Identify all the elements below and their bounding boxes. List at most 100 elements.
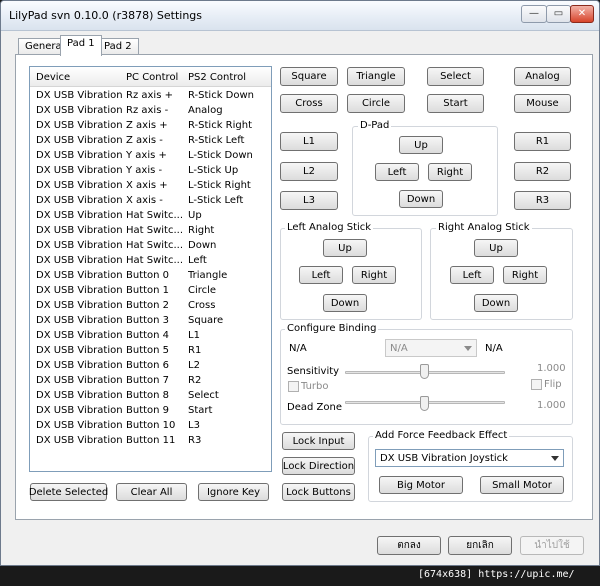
- lock-direction-button[interactable]: Lock Direction: [282, 457, 355, 475]
- delete-selected-button[interactable]: Delete Selected: [29, 483, 108, 501]
- big-motor-button[interactable]: Big Motor: [379, 476, 463, 494]
- row-device: DX USB Vibration...: [36, 210, 122, 221]
- table-row[interactable]: DX USB Vibration... Button 10 L3: [30, 419, 271, 434]
- dead-zone-slider-thumb[interactable]: [420, 396, 429, 411]
- table-row[interactable]: DX USB Vibration... Button 5 R1: [30, 344, 271, 359]
- analog-button[interactable]: Analog: [514, 67, 571, 86]
- table-row[interactable]: DX USB Vibration... X axis - L-Stick Left: [30, 194, 271, 209]
- table-row[interactable]: DX USB Vibration... Button 8 Select: [30, 389, 271, 404]
- turbo-checkbox[interactable]: [288, 381, 299, 392]
- square-button[interactable]: Square: [280, 67, 338, 86]
- select-button[interactable]: Select: [427, 67, 484, 86]
- table-row[interactable]: DX USB Vibration... Y axis + L-Stick Down: [30, 149, 271, 164]
- left-stick-left-button[interactable]: Left: [299, 266, 343, 284]
- table-row[interactable]: DX USB Vibration... Button 1 Circle: [30, 284, 271, 299]
- table-row[interactable]: DX USB Vibration... X axis + L-Stick Right: [30, 179, 271, 194]
- binding-select[interactable]: N/A: [385, 339, 477, 357]
- minimize-icon: —: [529, 8, 539, 19]
- row-pc-control: Button 3: [126, 315, 170, 326]
- turbo-label: Turbo: [301, 381, 329, 392]
- r1-button[interactable]: R1: [514, 132, 571, 151]
- table-row[interactable]: DX USB Vibration... Hat Switc... Down: [30, 239, 271, 254]
- row-ps2-control: Square: [188, 315, 224, 326]
- column-pc-control[interactable]: PC Control: [126, 72, 184, 83]
- table-row[interactable]: DX USB Vibration... Z axis - R-Stick Left: [30, 134, 271, 149]
- row-ps2-control: Up: [188, 210, 202, 221]
- apply-button[interactable]: นำไปใช้: [520, 536, 584, 555]
- close-button[interactable]: ✕: [570, 5, 594, 23]
- flip-checkbox[interactable]: [531, 379, 542, 390]
- left-stick-up-button[interactable]: Up: [323, 239, 367, 257]
- left-stick-label: Left Analog Stick: [285, 222, 374, 233]
- row-pc-control: Button 9: [126, 405, 170, 416]
- r3-button[interactable]: R3: [514, 191, 571, 210]
- small-motor-button[interactable]: Small Motor: [480, 476, 564, 494]
- row-ps2-control: L1: [188, 330, 200, 341]
- row-device: DX USB Vibration...: [36, 360, 122, 371]
- r2-button[interactable]: R2: [514, 162, 571, 181]
- clear-all-button[interactable]: Clear All: [116, 483, 187, 501]
- sensitivity-slider-thumb[interactable]: [420, 364, 429, 379]
- row-pc-control: Button 2: [126, 300, 170, 311]
- row-pc-control: Hat Switc...: [126, 210, 184, 221]
- triangle-button[interactable]: Triangle: [347, 67, 405, 86]
- settings-window: LilyPad svn 0.10.0 (r3878) Settings — ▭ …: [0, 0, 600, 566]
- ok-button[interactable]: ตกลง: [377, 536, 441, 555]
- table-row[interactable]: DX USB Vibration... Rz axis - Analog: [30, 104, 271, 119]
- table-row[interactable]: DX USB Vibration... Hat Switc... Right: [30, 224, 271, 239]
- dead-zone-value: 1.000: [537, 400, 566, 411]
- lock-input-button[interactable]: Lock Input: [282, 432, 355, 450]
- dpad-down-button[interactable]: Down: [399, 190, 443, 208]
- row-pc-control: Button 1: [126, 285, 170, 296]
- dpad-right-button[interactable]: Right: [428, 163, 472, 181]
- dpad-left-button[interactable]: Left: [375, 163, 419, 181]
- table-row[interactable]: DX USB Vibration... Button 2 Cross: [30, 299, 271, 314]
- binding-right-value: N/A: [485, 343, 503, 354]
- tab-pad-1[interactable]: Pad 1: [60, 35, 102, 56]
- table-row[interactable]: DX USB Vibration... Button 6 L2: [30, 359, 271, 374]
- cross-button[interactable]: Cross: [280, 94, 338, 113]
- watermark-text: [674x638] https://upic.me/: [418, 569, 575, 580]
- column-ps2-control[interactable]: PS2 Control: [188, 72, 270, 83]
- circle-button[interactable]: Circle: [347, 94, 405, 113]
- table-row[interactable]: DX USB Vibration... Button 11 R3: [30, 434, 271, 449]
- table-row[interactable]: DX USB Vibration... Z axis + R-Stick Right: [30, 119, 271, 134]
- dpad-up-button[interactable]: Up: [399, 136, 443, 154]
- table-row[interactable]: DX USB Vibration... Button 9 Start: [30, 404, 271, 419]
- column-device[interactable]: Device: [36, 72, 122, 83]
- left-stick-right-button[interactable]: Right: [352, 266, 396, 284]
- table-row[interactable]: DX USB Vibration... Button 3 Square: [30, 314, 271, 329]
- start-button[interactable]: Start: [427, 94, 484, 113]
- table-row[interactable]: DX USB Vibration... Rz axis + R-Stick Down: [30, 89, 271, 104]
- table-row[interactable]: DX USB Vibration... Button 7 R2: [30, 374, 271, 389]
- force-feedback-device-select[interactable]: DX USB Vibration Joystick: [375, 449, 564, 467]
- dpad-label: D-Pad: [358, 120, 392, 131]
- right-stick-left-button[interactable]: Left: [450, 266, 494, 284]
- l1-button[interactable]: L1: [280, 132, 338, 151]
- row-device: DX USB Vibration...: [36, 345, 122, 356]
- right-stick-up-button[interactable]: Up: [474, 239, 518, 257]
- right-stick-down-button[interactable]: Down: [474, 294, 518, 312]
- table-row[interactable]: DX USB Vibration... Button 0 Triangle: [30, 269, 271, 284]
- row-pc-control: Y axis -: [126, 165, 163, 176]
- l3-button[interactable]: L3: [280, 191, 338, 210]
- row-ps2-control: R2: [188, 375, 202, 386]
- table-row[interactable]: DX USB Vibration... Y axis - L-Stick Up: [30, 164, 271, 179]
- ignore-key-button[interactable]: Ignore Key: [198, 483, 269, 501]
- left-stick-down-button[interactable]: Down: [323, 294, 367, 312]
- minimize-button[interactable]: —: [521, 5, 547, 23]
- l2-button[interactable]: L2: [280, 162, 338, 181]
- table-row[interactable]: DX USB Vibration... Hat Switc... Left: [30, 254, 271, 269]
- mouse-button[interactable]: Mouse: [514, 94, 571, 113]
- cancel-button[interactable]: ยกเลิก: [448, 536, 512, 555]
- maximize-button[interactable]: ▭: [546, 5, 571, 23]
- right-stick-right-button[interactable]: Right: [503, 266, 547, 284]
- table-row[interactable]: DX USB Vibration... Button 4 L1: [30, 329, 271, 344]
- binding-list[interactable]: Device PC Control PS2 Control DX USB Vib…: [29, 66, 272, 472]
- table-row[interactable]: DX USB Vibration... Hat Switc... Up: [30, 209, 271, 224]
- row-device: DX USB Vibration...: [36, 435, 122, 446]
- lock-buttons-button[interactable]: Lock Buttons: [282, 483, 355, 501]
- binding-list-header: Device PC Control PS2 Control: [30, 67, 271, 87]
- row-pc-control: Hat Switc...: [126, 255, 184, 266]
- row-device: DX USB Vibration...: [36, 390, 122, 401]
